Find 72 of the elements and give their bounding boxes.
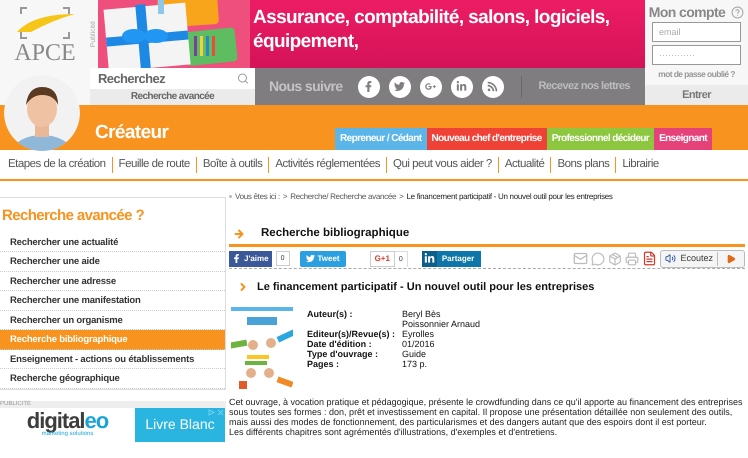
twitter-bird-icon[interactable] — [388, 76, 411, 98]
nav-item[interactable]: Actualité — [498, 156, 550, 174]
field-value: Eyrolles — [402, 329, 436, 340]
play-icon — [726, 254, 736, 264]
ad-banner[interactable]: Assurance, comptabilité, salons, logiciels, équipement, — [98, 0, 645, 68]
listen-button[interactable]: Ecoutez — [660, 250, 745, 268]
breadcrumb-link[interactable]: Recherche/ Recherche avancée — [290, 191, 396, 203]
field-value: Poissonnier Arnaud — [402, 319, 480, 330]
field-label: Date d'édition : — [307, 339, 372, 350]
breadcrumb-current: Le financement participatif - Un nouvel outil pour les entreprises — [406, 191, 613, 203]
description-paragraph: Les différents chapitres sont agrémentés d'illustrations, d'exemples et d'entretiens. — [229, 427, 558, 438]
field-label: Type d'ouvrage : — [307, 349, 379, 360]
ad-cta: Livre Blanc — [145, 415, 215, 434]
email-field[interactable]: email — [652, 22, 741, 42]
rss-icon[interactable] — [482, 76, 504, 98]
field-value: Guide — [402, 349, 428, 360]
field-value: 173 p. — [402, 359, 428, 370]
field-value: Beryl Bès — [402, 309, 442, 320]
speaker-icon — [665, 253, 676, 264]
pdf-icon[interactable] — [642, 251, 658, 266]
nav-item[interactable]: Boîte à outils — [196, 156, 268, 174]
login-button[interactable]: Entrer — [645, 85, 748, 105]
sidebar-item[interactable]: Rechercher une aide — [0, 252, 225, 272]
linkedin-share-button[interactable]: Partager — [422, 250, 482, 267]
sidebar-title: Recherche avancée ? — [1, 206, 146, 226]
google-plus-icon[interactable] — [420, 76, 442, 98]
nav-item[interactable]: Bons plans — [551, 156, 616, 174]
sidebar-item[interactable]: Rechercher une manifestation — [0, 291, 225, 310]
nav-item[interactable]: Qui peut vous aider ? — [387, 156, 498, 174]
twitter-bird-icon — [306, 254, 314, 264]
advanced-search-link[interactable]: Recherche avancée — [90, 89, 255, 105]
logo-text: APCE — [14, 40, 76, 66]
linkedin-icon — [424, 253, 435, 264]
sidebar-item[interactable]: Recherche géographique — [0, 369, 225, 388]
section-title: Recherche bibliographique — [261, 226, 410, 241]
breadcrumb-separator: > — [399, 191, 404, 203]
sidebar-item[interactable]: Rechercher une actualité — [0, 232, 225, 252]
facebook-icon[interactable] — [358, 76, 380, 98]
password-field[interactable]: ············ — [652, 45, 741, 65]
nav-item[interactable]: Etapes de la création — [2, 156, 112, 174]
field-label: Auteur(s) : — [307, 309, 354, 322]
sidebar-item[interactable]: Enseignement - actions ou établissements — [0, 350, 225, 369]
print-icon[interactable] — [625, 252, 640, 266]
linkedin-icon[interactable] — [450, 76, 473, 98]
box-icon[interactable] — [608, 252, 622, 266]
nav-item[interactable]: Activités réglementées — [269, 156, 386, 174]
breadcrumb-bullet-icon — [229, 195, 232, 198]
search-icon[interactable] — [237, 72, 249, 85]
like-button[interactable]: J'aime — [229, 250, 272, 267]
google-plus-button[interactable]: G+1 — [370, 250, 395, 267]
ad-headline: Assurance, comptabilité, salons, logiciels, équipement, — [252, 6, 610, 54]
field-label: Editeur(s)/Revue(s) : — [307, 329, 396, 340]
nav-item[interactable]: Librairie — [616, 156, 665, 174]
help-icon[interactable] — [731, 6, 744, 18]
article-title: Le financement participatif - Un nouvel outil pour les entreprises — [257, 280, 594, 295]
brand-logo: digitaleo — [26, 411, 108, 431]
comment-icon[interactable] — [591, 252, 606, 266]
profile-tab[interactable]: Enseignant — [654, 128, 712, 150]
sidebar-item[interactable]: Rechercher une adresse — [0, 272, 225, 291]
breadcrumb-separator: > — [282, 191, 288, 203]
breadcrumb-label: Vous êtes ici : — [235, 191, 280, 203]
account-title: Mon compte — [648, 2, 726, 22]
field-value: 01/2016 — [402, 339, 436, 350]
description-paragraph: Cet ouvrage, à vocation pratique et pédagogique, présente le crowdfunding dans ce qu'il apporte au financement des entreprises sous toutes ses formes : don, prêt et investissement en capital. Il propose une présentation détaillée non seulement des outils, mais aussi des modes de fonctionnement, des particularismes et des dangers autant que des espoirs dont il est porteur. — [229, 397, 744, 428]
profile-tab[interactable]: Nouveau chef d'entreprise — [426, 128, 547, 150]
nav-item[interactable]: Feuille de route — [112, 156, 196, 174]
follow-label: Nous suivre — [269, 77, 343, 96]
arrow-icon — [233, 228, 245, 240]
field-label: Pages : — [307, 359, 340, 370]
profile-title: Créateur — [95, 120, 168, 144]
mail-icon[interactable] — [573, 251, 588, 266]
facebook-icon — [232, 254, 241, 264]
